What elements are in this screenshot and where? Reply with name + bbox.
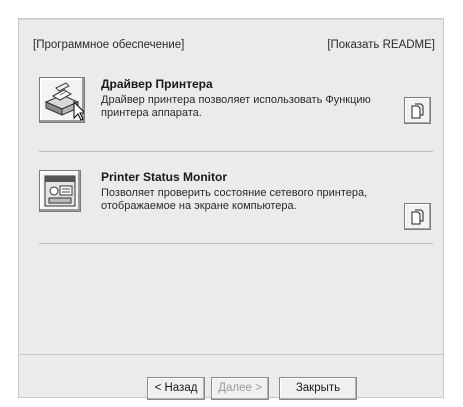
document-icon (411, 209, 424, 225)
status-monitor-icon (44, 175, 76, 207)
printer-driver-readme-button[interactable] (404, 97, 431, 124)
top-divider (19, 19, 443, 20)
status-monitor-button[interactable] (39, 170, 81, 212)
list-item-printer-driver: Драйвер Принтера Драйвер принтера позвол… (39, 77, 431, 137)
divider (39, 243, 433, 244)
status-monitor-title: Printer Status Monitor (101, 170, 228, 184)
installer-window: [Программное обеспечение] [Показать READ… (18, 18, 444, 400)
footer-divider (19, 354, 443, 355)
printer-driver-button[interactable] (39, 77, 87, 123)
close-button[interactable]: Закрыть (279, 377, 357, 400)
software-link[interactable]: [Программное обеспечение] (33, 39, 184, 51)
printer-driver-title: Драйвер Принтера (101, 77, 213, 91)
list-item-status-monitor: Printer Status Monitor Позволяет провери… (39, 170, 431, 230)
back-button[interactable]: < Назад (147, 377, 205, 400)
divider (39, 151, 433, 152)
printer-icon (44, 82, 87, 121)
show-readme-link[interactable]: [Показать README] (327, 39, 435, 51)
status-monitor-description: Позволяет проверить состояние сетевого п… (101, 187, 368, 212)
status-monitor-readme-button[interactable] (404, 203, 431, 230)
next-button[interactable]: Далее > (211, 377, 269, 400)
printer-driver-description: Драйвер принтера позволяет использовать … (101, 94, 371, 119)
document-icon (411, 103, 424, 119)
